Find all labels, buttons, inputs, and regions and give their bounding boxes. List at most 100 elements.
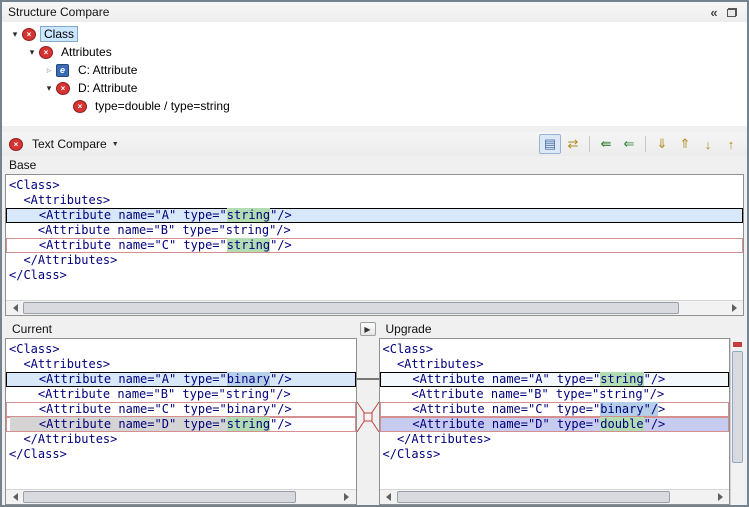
code-text: </Class>: [383, 447, 441, 461]
current-pane: Current <Class> <Attributes> <Attribute …: [5, 320, 357, 505]
vertical-scrollbar[interactable]: [730, 338, 744, 505]
code-text: </Attributes>: [9, 432, 117, 446]
current-code-box[interactable]: <Class> <Attributes> <Attribute name="A"…: [5, 338, 357, 505]
code-line[interactable]: <Attribute name="A" type="string"/>: [6, 208, 743, 223]
previous-change-icon[interactable]: ↑: [720, 134, 742, 154]
twisty-expanded-icon[interactable]: ▾: [25, 47, 39, 58]
left-triangle-icon: [9, 493, 18, 501]
code-line[interactable]: <Attribute name="A" type="string"/>: [380, 372, 730, 387]
upgrade-code-box[interactable]: <Class> <Attributes> <Attribute name="A"…: [379, 338, 731, 505]
vertical-scroll-thumb[interactable]: [732, 351, 743, 463]
code-text: <Attributes>: [9, 357, 110, 371]
code-line[interactable]: <Attribute name="C" type="string"/>: [6, 238, 743, 253]
overview-diff-marker[interactable]: [733, 342, 742, 347]
diff-word-highlight: binary: [227, 372, 270, 386]
code-text: <Attribute name="A" type=": [10, 208, 227, 222]
code-line[interactable]: </Attributes>: [6, 432, 356, 447]
swap-panes-icon[interactable]: ⇄: [562, 134, 584, 154]
code-text: </Class>: [9, 268, 67, 282]
base-horizontal-scrollbar[interactable]: [6, 300, 743, 315]
left-triangle-icon: [382, 493, 391, 501]
diff-word-highlight: string: [227, 238, 270, 252]
code-line[interactable]: <Attributes>: [6, 357, 356, 372]
structure-compare-section: Structure Compare « ▾×Class▾×Attributes▹…: [2, 2, 747, 126]
code-line[interactable]: <Attribute name="D" type="string"/>: [6, 417, 356, 432]
code-text: </Attributes>: [9, 253, 117, 267]
scroll-right-arrow-icon[interactable]: [727, 301, 743, 315]
previous-difference-icon[interactable]: ⇑: [674, 134, 696, 154]
diff-connectors: [357, 338, 379, 505]
current-horizontal-scrollbar[interactable]: [6, 489, 356, 504]
twisty-expanded-icon[interactable]: ▾: [42, 83, 56, 94]
scroll-right-arrow-icon[interactable]: [340, 490, 356, 504]
compare-toolbar-buttons: ▤⇄ ⇚⇐ ⇓⇑↓↑: [539, 134, 742, 154]
scroll-track[interactable]: [396, 490, 714, 504]
code-text: "/>: [270, 238, 292, 252]
code-line[interactable]: <Attributes>: [6, 193, 743, 208]
next-change-icon[interactable]: ↓: [697, 134, 719, 154]
diff-connector-column: ▶: [357, 320, 379, 505]
code-text: <Attribute name="D" type=": [384, 417, 601, 431]
code-line[interactable]: </Attributes>: [380, 432, 730, 447]
code-line[interactable]: <Attribute name="C" type="binary"/>: [380, 402, 730, 417]
twisty-expanded-icon[interactable]: ▾: [8, 29, 22, 40]
tree-item-attributes[interactable]: ▾×Attributes: [2, 43, 747, 61]
tree-item-c-attribute[interactable]: ▹e C: Attribute: [2, 61, 747, 79]
scroll-left-arrow-icon[interactable]: [6, 490, 22, 504]
code-line[interactable]: <Attributes>: [380, 357, 730, 372]
scroll-thumb[interactable]: [23, 302, 679, 314]
code-line[interactable]: <Attribute name="B" type="string"/>: [380, 387, 730, 402]
scroll-track[interactable]: [22, 490, 340, 504]
tree-item-type-double-type-string[interactable]: ×type=double / type=string: [2, 97, 747, 115]
compare-editor-window: Structure Compare « ▾×Class▾×Attributes▹…: [0, 0, 749, 507]
two-pane-layout-icon[interactable]: ▤: [539, 134, 561, 154]
scroll-thumb[interactable]: [397, 491, 670, 503]
left-triangle-icon: [9, 304, 18, 312]
window-restore-icon: [727, 8, 737, 17]
scroll-track[interactable]: [22, 301, 727, 315]
code-line[interactable]: <Attribute name="D" type="double"/>: [380, 417, 730, 432]
scroll-right-arrow-icon[interactable]: [713, 490, 729, 504]
code-line[interactable]: <Class>: [6, 178, 743, 193]
code-text: "/>: [644, 372, 666, 386]
code-line[interactable]: </Class>: [6, 447, 356, 462]
structure-tree: ▾×Class▾×Attributes ▹e C: Attribute▾×D: At…: [2, 22, 747, 126]
tree-item-label: C: Attribute: [74, 61, 141, 79]
code-line[interactable]: <Attribute name="B" type="string"/>: [6, 223, 743, 238]
conflict-change-icon: ×: [22, 28, 36, 41]
code-line[interactable]: <Class>: [6, 342, 356, 357]
collapse-all-icon[interactable]: «: [705, 4, 723, 20]
code-line[interactable]: <Class>: [380, 342, 730, 357]
code-text: "/>: [270, 372, 292, 386]
next-difference-icon[interactable]: ⇓: [651, 134, 673, 154]
tree-item-d-attribute[interactable]: ▾×D: Attribute: [2, 79, 747, 97]
right-triangle-icon: [718, 493, 727, 501]
code-text: "/>: [270, 208, 292, 222]
twisty-collapsed-icon[interactable]: ▹: [42, 65, 56, 76]
code-line[interactable]: <Attribute name="A" type="binary"/>: [6, 372, 356, 387]
base-code: <Class> <Attributes> <Attribute name="A"…: [6, 175, 743, 283]
diff-word-highlight: string: [227, 208, 270, 222]
code-line[interactable]: <Attribute name="B" type="string"/>: [6, 387, 356, 402]
copy-current-change-left-icon[interactable]: ⇐: [618, 134, 640, 154]
diff-word-highlight: string: [227, 417, 270, 431]
upgrade-horizontal-scrollbar[interactable]: [380, 489, 730, 504]
tree-item-label: type=double / type=string: [91, 97, 234, 115]
code-text: <Attribute name="B" type="string"/>: [383, 387, 665, 401]
scroll-thumb[interactable]: [23, 491, 296, 503]
tree-item-class[interactable]: ▾×Class: [2, 25, 747, 43]
code-line[interactable]: </Class>: [380, 447, 730, 462]
copy-all-changes-left-icon[interactable]: ⇚: [595, 134, 617, 154]
base-pane[interactable]: <Class> <Attributes> <Attribute name="A"…: [5, 174, 744, 316]
scroll-left-arrow-icon[interactable]: [380, 490, 396, 504]
text-compare-toolbar: × Text Compare ▼ ▤⇄ ⇚⇐ ⇓⇑↓↑: [2, 132, 747, 156]
code-line[interactable]: <Attribute name="C" type="binary"/>: [6, 402, 356, 417]
show-in-separate-window-icon[interactable]: [723, 4, 741, 20]
code-line[interactable]: </Class>: [6, 268, 743, 283]
code-line[interactable]: </Attributes>: [6, 253, 743, 268]
element-icon: e: [56, 64, 69, 77]
merge-panes-section: Current <Class> <Attributes> <Attribute …: [2, 320, 747, 505]
text-compare-menu[interactable]: × Text Compare ▼: [9, 137, 119, 151]
code-text: "/>: [644, 417, 666, 431]
scroll-left-arrow-icon[interactable]: [6, 301, 22, 315]
